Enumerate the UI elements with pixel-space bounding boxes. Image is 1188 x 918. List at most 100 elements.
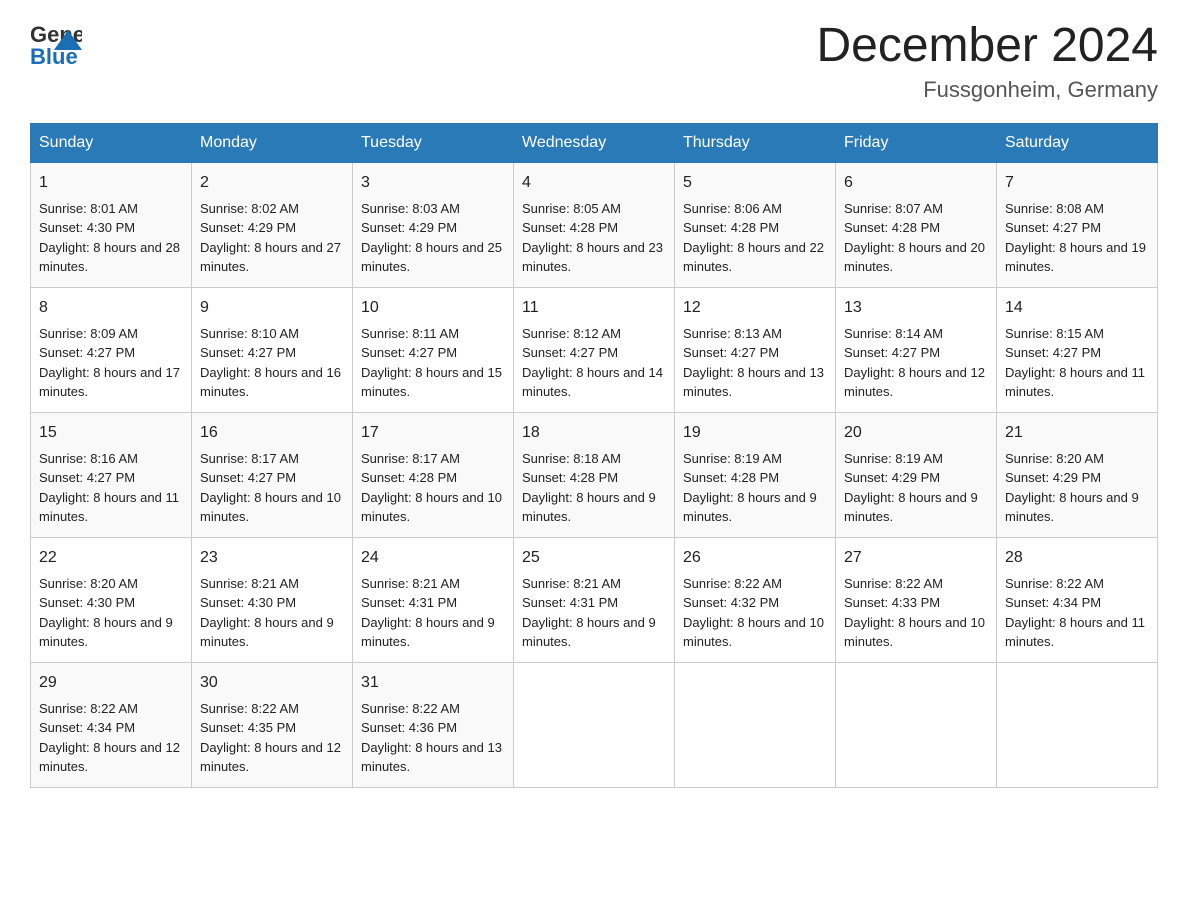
- day-cell: 30 Sunrise: 8:22 AMSunset: 4:35 PMDayligh…: [192, 662, 353, 787]
- day-info: Sunrise: 8:05 AMSunset: 4:28 PMDaylight:…: [522, 201, 663, 275]
- day-cell: 23 Sunrise: 8:21 AMSunset: 4:30 PMDayligh…: [192, 537, 353, 662]
- day-info: Sunrise: 8:15 AMSunset: 4:27 PMDaylight:…: [1005, 326, 1145, 400]
- day-cell: 13Sunrise: 8:14 AMSunset: 4:27 PMDayligh…: [836, 287, 997, 412]
- day-cell: 6 Sunrise: 8:07 AMSunset: 4:28 PMDaylight…: [836, 162, 997, 287]
- day-number: 2: [200, 171, 344, 195]
- calendar-table: SundayMondayTuesdayWednesdayThursdayFrid…: [30, 123, 1158, 788]
- day-cell: [997, 662, 1158, 787]
- header-monday: Monday: [192, 123, 353, 162]
- day-cell: 10 Sunrise: 8:11 AMSunset: 4:27 PMDayligh…: [353, 287, 514, 412]
- day-cell: 2 Sunrise: 8:02 AMSunset: 4:29 PMDaylight…: [192, 162, 353, 287]
- day-number: 7: [1005, 171, 1149, 195]
- day-info: Sunrise: 8:20 AMSunset: 4:29 PMDaylight:…: [1005, 451, 1139, 525]
- day-cell: 5 Sunrise: 8:06 AMSunset: 4:28 PMDaylight…: [675, 162, 836, 287]
- day-number: 4: [522, 171, 666, 195]
- day-info: Sunrise: 8:17 AMSunset: 4:27 PMDaylight:…: [200, 451, 341, 525]
- day-number: 11: [522, 296, 666, 320]
- day-cell: 27 Sunrise: 8:22 AMSunset: 4:33 PMDayligh…: [836, 537, 997, 662]
- day-cell: 22Sunrise: 8:20 AMSunset: 4:30 PMDayligh…: [31, 537, 192, 662]
- week-row-2: 8 Sunrise: 8:09 AMSunset: 4:27 PMDaylight…: [31, 287, 1158, 412]
- day-number: 29: [39, 671, 183, 695]
- day-cell: 7Sunrise: 8:08 AMSunset: 4:27 PMDaylight…: [997, 162, 1158, 287]
- day-info: Sunrise: 8:22 AMSunset: 4:33 PMDaylight:…: [844, 576, 985, 650]
- day-info: Sunrise: 8:22 AMSunset: 4:35 PMDaylight:…: [200, 701, 341, 775]
- day-number: 27: [844, 546, 988, 570]
- day-info: Sunrise: 8:13 AMSunset: 4:27 PMDaylight:…: [683, 326, 824, 400]
- day-info: Sunrise: 8:09 AMSunset: 4:27 PMDaylight:…: [39, 326, 180, 400]
- day-info: Sunrise: 8:21 AMSunset: 4:31 PMDaylight:…: [361, 576, 495, 650]
- header-row: SundayMondayTuesdayWednesdayThursdayFrid…: [31, 123, 1158, 162]
- day-info: Sunrise: 8:22 AMSunset: 4:34 PMDaylight:…: [39, 701, 180, 775]
- day-info: Sunrise: 8:14 AMSunset: 4:27 PMDaylight:…: [844, 326, 985, 400]
- day-cell: [836, 662, 997, 787]
- week-row-3: 15 Sunrise: 8:16 AMSunset: 4:27 PMDayligh…: [31, 412, 1158, 537]
- day-number: 1: [39, 171, 183, 195]
- day-number: 23: [200, 546, 344, 570]
- day-info: Sunrise: 8:11 AMSunset: 4:27 PMDaylight:…: [361, 326, 502, 400]
- svg-text:Blue: Blue: [30, 44, 78, 69]
- day-number: 10: [361, 296, 505, 320]
- day-info: Sunrise: 8:12 AMSunset: 4:27 PMDaylight:…: [522, 326, 663, 400]
- day-number: 14: [1005, 296, 1149, 320]
- day-info: Sunrise: 8:22 AMSunset: 4:36 PMDaylight:…: [361, 701, 502, 775]
- header-tuesday: Tuesday: [353, 123, 514, 162]
- day-cell: [675, 662, 836, 787]
- day-cell: 20 Sunrise: 8:19 AMSunset: 4:29 PMDayligh…: [836, 412, 997, 537]
- location-title: Fussgonheim, Germany: [816, 77, 1158, 103]
- day-number: 28: [1005, 546, 1149, 570]
- day-info: Sunrise: 8:01 AMSunset: 4:30 PMDaylight:…: [39, 201, 180, 275]
- day-cell: 4 Sunrise: 8:05 AMSunset: 4:28 PMDaylight…: [514, 162, 675, 287]
- day-number: 20: [844, 421, 988, 445]
- day-cell: 12 Sunrise: 8:13 AMSunset: 4:27 PMDayligh…: [675, 287, 836, 412]
- day-info: Sunrise: 8:06 AMSunset: 4:28 PMDaylight:…: [683, 201, 824, 275]
- day-info: Sunrise: 8:21 AMSunset: 4:31 PMDaylight:…: [522, 576, 656, 650]
- day-number: 25: [522, 546, 666, 570]
- day-info: Sunrise: 8:19 AMSunset: 4:28 PMDaylight:…: [683, 451, 817, 525]
- header-saturday: Saturday: [997, 123, 1158, 162]
- day-cell: 16 Sunrise: 8:17 AMSunset: 4:27 PMDayligh…: [192, 412, 353, 537]
- day-cell: 29 Sunrise: 8:22 AMSunset: 4:34 PMDayligh…: [31, 662, 192, 787]
- day-info: Sunrise: 8:03 AMSunset: 4:29 PMDaylight:…: [361, 201, 502, 275]
- day-info: Sunrise: 8:20 AMSunset: 4:30 PMDaylight:…: [39, 576, 173, 650]
- day-info: Sunrise: 8:07 AMSunset: 4:28 PMDaylight:…: [844, 201, 985, 275]
- header-wednesday: Wednesday: [514, 123, 675, 162]
- day-info: Sunrise: 8:16 AMSunset: 4:27 PMDaylight:…: [39, 451, 179, 525]
- day-number: 31: [361, 671, 505, 695]
- day-cell: 11 Sunrise: 8:12 AMSunset: 4:27 PMDayligh…: [514, 287, 675, 412]
- day-info: Sunrise: 8:22 AMSunset: 4:32 PMDaylight:…: [683, 576, 824, 650]
- day-info: Sunrise: 8:02 AMSunset: 4:29 PMDaylight:…: [200, 201, 341, 275]
- day-number: 15: [39, 421, 183, 445]
- day-number: 8: [39, 296, 183, 320]
- day-number: 5: [683, 171, 827, 195]
- day-number: 18: [522, 421, 666, 445]
- title-section: December 2024 Fussgonheim, Germany: [816, 20, 1158, 103]
- day-cell: 18 Sunrise: 8:18 AMSunset: 4:28 PMDayligh…: [514, 412, 675, 537]
- day-cell: 28Sunrise: 8:22 AMSunset: 4:34 PMDayligh…: [997, 537, 1158, 662]
- day-number: 12: [683, 296, 827, 320]
- day-number: 30: [200, 671, 344, 695]
- day-cell: 24Sunrise: 8:21 AMSunset: 4:31 PMDayligh…: [353, 537, 514, 662]
- week-row-5: 29 Sunrise: 8:22 AMSunset: 4:34 PMDayligh…: [31, 662, 1158, 787]
- month-title: December 2024: [816, 20, 1158, 73]
- day-number: 6: [844, 171, 988, 195]
- header-thursday: Thursday: [675, 123, 836, 162]
- day-cell: 1 Sunrise: 8:01 AMSunset: 4:30 PMDaylight…: [31, 162, 192, 287]
- day-cell: 19Sunrise: 8:19 AMSunset: 4:28 PMDayligh…: [675, 412, 836, 537]
- day-cell: 31 Sunrise: 8:22 AMSunset: 4:36 PMDayligh…: [353, 662, 514, 787]
- day-cell: 21 Sunrise: 8:20 AMSunset: 4:29 PMDayligh…: [997, 412, 1158, 537]
- day-info: Sunrise: 8:18 AMSunset: 4:28 PMDaylight:…: [522, 451, 656, 525]
- day-info: Sunrise: 8:19 AMSunset: 4:29 PMDaylight:…: [844, 451, 978, 525]
- day-info: Sunrise: 8:17 AMSunset: 4:28 PMDaylight:…: [361, 451, 502, 525]
- day-cell: 15 Sunrise: 8:16 AMSunset: 4:27 PMDayligh…: [31, 412, 192, 537]
- day-cell: 17Sunrise: 8:17 AMSunset: 4:28 PMDayligh…: [353, 412, 514, 537]
- day-number: 21: [1005, 421, 1149, 445]
- day-cell: 25 Sunrise: 8:21 AMSunset: 4:31 PMDayligh…: [514, 537, 675, 662]
- day-cell: 14 Sunrise: 8:15 AMSunset: 4:27 PMDayligh…: [997, 287, 1158, 412]
- day-info: Sunrise: 8:10 AMSunset: 4:27 PMDaylight:…: [200, 326, 341, 400]
- week-row-1: 1 Sunrise: 8:01 AMSunset: 4:30 PMDaylight…: [31, 162, 1158, 287]
- day-number: 3: [361, 171, 505, 195]
- day-cell: 3 Sunrise: 8:03 AMSunset: 4:29 PMDaylight…: [353, 162, 514, 287]
- header-friday: Friday: [836, 123, 997, 162]
- day-number: 16: [200, 421, 344, 445]
- day-info: Sunrise: 8:21 AMSunset: 4:30 PMDaylight:…: [200, 576, 334, 650]
